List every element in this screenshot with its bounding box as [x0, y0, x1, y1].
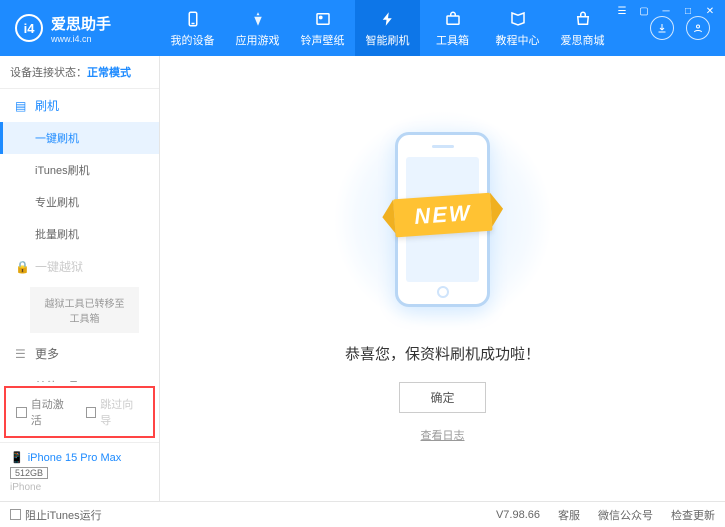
- view-log-link[interactable]: 查看日志: [421, 427, 465, 443]
- image-icon: [313, 9, 333, 29]
- logo-area: i4 爱思助手 www.i4.cn: [0, 13, 160, 44]
- footer: 阻止iTunes运行 V7.98.66 客服 微信公众号 检查更新: [0, 501, 725, 527]
- nav-store[interactable]: 爱思商城: [550, 0, 615, 56]
- checkbox-label: 阻止iTunes运行: [25, 507, 102, 523]
- nav-label: 应用游戏: [236, 32, 280, 48]
- more-icon: ☰: [15, 347, 29, 361]
- sidebar-menu: ▤ 刷机 一键刷机 iTunes刷机 专业刷机 批量刷机 🔒 一键越狱 越狱工具已转…: [0, 89, 159, 382]
- status-mode: 正常模式: [87, 67, 131, 79]
- device-phone-icon: 📱: [10, 451, 24, 464]
- status-label: 设备连接状态：: [10, 67, 87, 79]
- checkbox-auto-activate[interactable]: 自动激活: [16, 396, 74, 428]
- nav-label: 教程中心: [496, 32, 540, 48]
- nav-label: 我的设备: [171, 32, 215, 48]
- connection-status: 设备连接状态：正常模式: [0, 56, 159, 89]
- ok-button[interactable]: 确定: [399, 382, 485, 413]
- book-icon: [508, 9, 528, 29]
- toolbox-icon: [443, 9, 463, 29]
- nav-ringtones[interactable]: 铃声壁纸: [290, 0, 355, 56]
- sidebar-item-other-tools[interactable]: 其他工具: [0, 370, 159, 382]
- footer-wechat[interactable]: 微信公众号: [598, 507, 653, 523]
- menu-icon[interactable]: ☰: [615, 4, 629, 18]
- device-name-text: iPhone 15 Pro Max: [28, 452, 122, 464]
- group-jailbreak: 🔒 一键越狱: [0, 250, 159, 283]
- group-flash[interactable]: ▤ 刷机: [0, 89, 159, 122]
- nav-apps[interactable]: 应用游戏: [225, 0, 290, 56]
- new-ribbon: NEW: [393, 193, 493, 238]
- nav-label: 爱思商城: [561, 32, 605, 48]
- checkbox-label: 跳过向导: [100, 396, 143, 428]
- close-icon[interactable]: ✕: [703, 4, 717, 18]
- nav-label: 智能刷机: [366, 32, 410, 48]
- group-label: 刷机: [35, 97, 59, 114]
- logo-icon: i4: [15, 14, 43, 42]
- success-message: 恭喜您，保资料刷机成功啦！: [345, 343, 540, 364]
- checkbox-skip-guide[interactable]: 跳过向导: [86, 396, 144, 428]
- skin-icon[interactable]: ▢: [637, 4, 651, 18]
- storage-badge: 512GB: [10, 467, 48, 479]
- success-illustration: NEW: [353, 115, 533, 325]
- nav-my-device[interactable]: 我的设备: [160, 0, 225, 56]
- phone-icon: [183, 9, 203, 29]
- checkbox-icon: [10, 509, 21, 520]
- nav-label: 工具箱: [436, 32, 469, 48]
- highlighted-checkbox-area: 自动激活 跳过向导: [4, 386, 155, 438]
- sidebar: 设备连接状态：正常模式 ▤ 刷机 一键刷机 iTunes刷机 专业刷机 批量刷机 …: [0, 56, 160, 501]
- nav-toolbox[interactable]: 工具箱: [420, 0, 485, 56]
- checkbox-icon: [86, 407, 97, 418]
- group-label: 一键越狱: [35, 258, 83, 275]
- version-label: V7.98.66: [496, 509, 540, 521]
- checkbox-icon: [16, 407, 27, 418]
- nav-tutorials[interactable]: 教程中心: [485, 0, 550, 56]
- store-icon: [573, 9, 593, 29]
- apps-icon: [248, 9, 268, 29]
- window-controls: ☰ ▢ ─ □ ✕: [607, 0, 725, 22]
- app-url: www.i4.cn: [51, 34, 111, 44]
- checkbox-label: 自动激活: [31, 396, 74, 428]
- flash-icon: [378, 9, 398, 29]
- maximize-icon[interactable]: □: [681, 4, 695, 18]
- lock-icon: 🔒: [15, 260, 29, 274]
- group-label: 更多: [35, 345, 59, 362]
- sidebar-item-oneclick-flash[interactable]: 一键刷机: [0, 122, 159, 154]
- device-info: 📱 iPhone 15 Pro Max 512GB iPhone: [0, 442, 159, 501]
- top-nav: 我的设备 应用游戏 铃声壁纸 智能刷机 工具箱 教程中心 爱思商城: [160, 0, 650, 56]
- nav-smart-flash[interactable]: 智能刷机: [355, 0, 420, 56]
- footer-check-update[interactable]: 检查更新: [671, 507, 715, 523]
- minimize-icon[interactable]: ─: [659, 4, 673, 18]
- sidebar-item-batch-flash[interactable]: 批量刷机: [0, 218, 159, 250]
- nav-label: 铃声壁纸: [301, 32, 345, 48]
- list-icon: ▤: [15, 99, 29, 113]
- checkbox-block-itunes[interactable]: 阻止iTunes运行: [10, 507, 102, 523]
- footer-service[interactable]: 客服: [558, 507, 580, 523]
- group-more[interactable]: ☰ 更多: [0, 337, 159, 370]
- sidebar-item-itunes-flash[interactable]: iTunes刷机: [0, 154, 159, 186]
- titlebar: i4 爱思助手 www.i4.cn 我的设备 应用游戏 铃声壁纸 智能刷机 工具…: [0, 0, 725, 56]
- device-name[interactable]: 📱 iPhone 15 Pro Max: [10, 451, 149, 464]
- sidebar-item-pro-flash[interactable]: 专业刷机: [0, 186, 159, 218]
- device-type: iPhone: [10, 482, 149, 493]
- jailbreak-note: 越狱工具已转移至工具箱: [30, 287, 139, 333]
- app-title: 爱思助手: [51, 13, 111, 34]
- main-content: NEW 恭喜您，保资料刷机成功啦！ 确定 查看日志: [160, 56, 725, 501]
